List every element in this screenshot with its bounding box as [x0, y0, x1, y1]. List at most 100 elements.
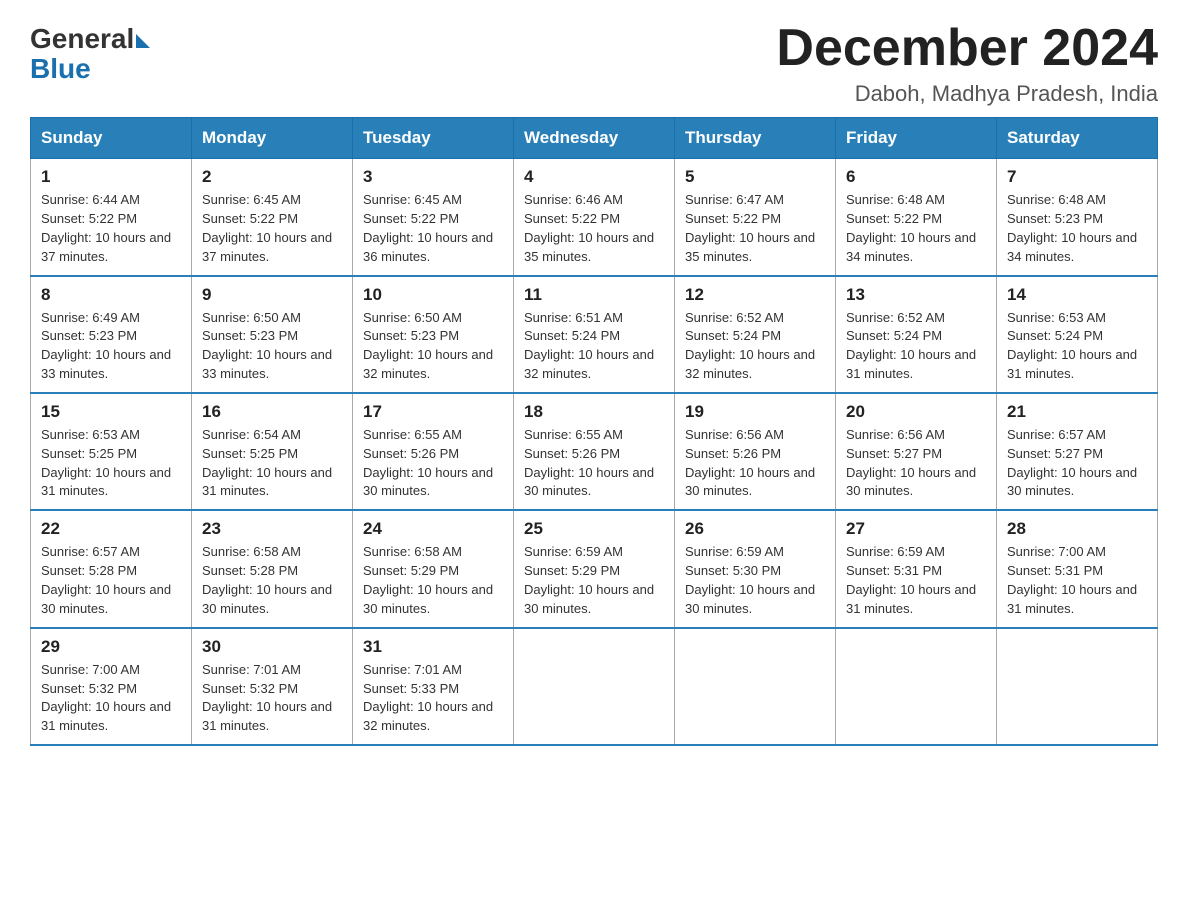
table-row: 28 Sunrise: 7:00 AMSunset: 5:31 PMDaylig… [997, 510, 1158, 627]
logo-blue: Blue [30, 53, 150, 85]
day-number: 13 [846, 285, 986, 305]
table-row: 18 Sunrise: 6:55 AMSunset: 5:26 PMDaylig… [514, 393, 675, 510]
day-number: 29 [41, 637, 181, 657]
table-row: 25 Sunrise: 6:59 AMSunset: 5:29 PMDaylig… [514, 510, 675, 627]
table-row: 5 Sunrise: 6:47 AMSunset: 5:22 PMDayligh… [675, 159, 836, 276]
table-row: 13 Sunrise: 6:52 AMSunset: 5:24 PMDaylig… [836, 276, 997, 393]
day-number: 15 [41, 402, 181, 422]
table-row: 21 Sunrise: 6:57 AMSunset: 5:27 PMDaylig… [997, 393, 1158, 510]
location-title: Daboh, Madhya Pradesh, India [776, 81, 1158, 107]
table-row: 26 Sunrise: 6:59 AMSunset: 5:30 PMDaylig… [675, 510, 836, 627]
logo: General Blue [30, 25, 150, 85]
day-info: Sunrise: 7:00 AMSunset: 5:31 PMDaylight:… [1007, 544, 1137, 616]
day-info: Sunrise: 6:47 AMSunset: 5:22 PMDaylight:… [685, 192, 815, 264]
table-row: 4 Sunrise: 6:46 AMSunset: 5:22 PMDayligh… [514, 159, 675, 276]
day-number: 5 [685, 167, 825, 187]
table-row: 11 Sunrise: 6:51 AMSunset: 5:24 PMDaylig… [514, 276, 675, 393]
table-row: 20 Sunrise: 6:56 AMSunset: 5:27 PMDaylig… [836, 393, 997, 510]
day-info: Sunrise: 6:59 AMSunset: 5:29 PMDaylight:… [524, 544, 654, 616]
day-info: Sunrise: 6:57 AMSunset: 5:27 PMDaylight:… [1007, 427, 1137, 499]
day-number: 10 [363, 285, 503, 305]
table-row: 6 Sunrise: 6:48 AMSunset: 5:22 PMDayligh… [836, 159, 997, 276]
day-number: 28 [1007, 519, 1147, 539]
title-area: December 2024 Daboh, Madhya Pradesh, Ind… [776, 20, 1158, 107]
calendar-table: Sunday Monday Tuesday Wednesday Thursday… [30, 117, 1158, 746]
day-number: 3 [363, 167, 503, 187]
day-info: Sunrise: 7:01 AMSunset: 5:33 PMDaylight:… [363, 662, 493, 734]
col-saturday: Saturday [997, 118, 1158, 159]
col-wednesday: Wednesday [514, 118, 675, 159]
day-info: Sunrise: 6:45 AMSunset: 5:22 PMDaylight:… [202, 192, 332, 264]
table-row: 7 Sunrise: 6:48 AMSunset: 5:23 PMDayligh… [997, 159, 1158, 276]
day-number: 7 [1007, 167, 1147, 187]
table-row: 8 Sunrise: 6:49 AMSunset: 5:23 PMDayligh… [31, 276, 192, 393]
day-number: 22 [41, 519, 181, 539]
col-monday: Monday [192, 118, 353, 159]
day-info: Sunrise: 7:00 AMSunset: 5:32 PMDaylight:… [41, 662, 171, 734]
table-row: 9 Sunrise: 6:50 AMSunset: 5:23 PMDayligh… [192, 276, 353, 393]
day-info: Sunrise: 6:57 AMSunset: 5:28 PMDaylight:… [41, 544, 171, 616]
day-info: Sunrise: 6:45 AMSunset: 5:22 PMDaylight:… [363, 192, 493, 264]
day-info: Sunrise: 6:48 AMSunset: 5:22 PMDaylight:… [846, 192, 976, 264]
day-info: Sunrise: 7:01 AMSunset: 5:32 PMDaylight:… [202, 662, 332, 734]
day-info: Sunrise: 6:48 AMSunset: 5:23 PMDaylight:… [1007, 192, 1137, 264]
day-info: Sunrise: 6:54 AMSunset: 5:25 PMDaylight:… [202, 427, 332, 499]
table-row: 29 Sunrise: 7:00 AMSunset: 5:32 PMDaylig… [31, 628, 192, 745]
col-thursday: Thursday [675, 118, 836, 159]
day-info: Sunrise: 6:58 AMSunset: 5:29 PMDaylight:… [363, 544, 493, 616]
table-row [997, 628, 1158, 745]
day-number: 25 [524, 519, 664, 539]
day-number: 9 [202, 285, 342, 305]
page-header: General Blue December 2024 Daboh, Madhya… [30, 20, 1158, 107]
day-number: 20 [846, 402, 986, 422]
table-row: 14 Sunrise: 6:53 AMSunset: 5:24 PMDaylig… [997, 276, 1158, 393]
month-title: December 2024 [776, 20, 1158, 77]
table-row: 22 Sunrise: 6:57 AMSunset: 5:28 PMDaylig… [31, 510, 192, 627]
day-number: 16 [202, 402, 342, 422]
day-info: Sunrise: 6:53 AMSunset: 5:24 PMDaylight:… [1007, 310, 1137, 382]
day-number: 1 [41, 167, 181, 187]
table-row: 23 Sunrise: 6:58 AMSunset: 5:28 PMDaylig… [192, 510, 353, 627]
table-row: 2 Sunrise: 6:45 AMSunset: 5:22 PMDayligh… [192, 159, 353, 276]
day-number: 8 [41, 285, 181, 305]
table-row [836, 628, 997, 745]
day-number: 14 [1007, 285, 1147, 305]
col-tuesday: Tuesday [353, 118, 514, 159]
table-row: 12 Sunrise: 6:52 AMSunset: 5:24 PMDaylig… [675, 276, 836, 393]
table-row [675, 628, 836, 745]
col-friday: Friday [836, 118, 997, 159]
day-info: Sunrise: 6:53 AMSunset: 5:25 PMDaylight:… [41, 427, 171, 499]
logo-arrow-icon [136, 34, 150, 48]
day-number: 30 [202, 637, 342, 657]
header-row: Sunday Monday Tuesday Wednesday Thursday… [31, 118, 1158, 159]
table-row: 17 Sunrise: 6:55 AMSunset: 5:26 PMDaylig… [353, 393, 514, 510]
day-number: 19 [685, 402, 825, 422]
day-info: Sunrise: 6:50 AMSunset: 5:23 PMDaylight:… [202, 310, 332, 382]
col-sunday: Sunday [31, 118, 192, 159]
day-number: 17 [363, 402, 503, 422]
calendar-week-row: 22 Sunrise: 6:57 AMSunset: 5:28 PMDaylig… [31, 510, 1158, 627]
table-row: 10 Sunrise: 6:50 AMSunset: 5:23 PMDaylig… [353, 276, 514, 393]
day-number: 23 [202, 519, 342, 539]
day-number: 12 [685, 285, 825, 305]
table-row [514, 628, 675, 745]
day-info: Sunrise: 6:51 AMSunset: 5:24 PMDaylight:… [524, 310, 654, 382]
day-number: 18 [524, 402, 664, 422]
table-row: 15 Sunrise: 6:53 AMSunset: 5:25 PMDaylig… [31, 393, 192, 510]
table-row: 3 Sunrise: 6:45 AMSunset: 5:22 PMDayligh… [353, 159, 514, 276]
table-row: 30 Sunrise: 7:01 AMSunset: 5:32 PMDaylig… [192, 628, 353, 745]
day-number: 2 [202, 167, 342, 187]
day-number: 4 [524, 167, 664, 187]
table-row: 16 Sunrise: 6:54 AMSunset: 5:25 PMDaylig… [192, 393, 353, 510]
logo-general: General [30, 25, 134, 53]
day-info: Sunrise: 6:44 AMSunset: 5:22 PMDaylight:… [41, 192, 171, 264]
day-number: 26 [685, 519, 825, 539]
table-row: 19 Sunrise: 6:56 AMSunset: 5:26 PMDaylig… [675, 393, 836, 510]
day-info: Sunrise: 6:46 AMSunset: 5:22 PMDaylight:… [524, 192, 654, 264]
day-info: Sunrise: 6:56 AMSunset: 5:26 PMDaylight:… [685, 427, 815, 499]
calendar-week-row: 29 Sunrise: 7:00 AMSunset: 5:32 PMDaylig… [31, 628, 1158, 745]
day-info: Sunrise: 6:56 AMSunset: 5:27 PMDaylight:… [846, 427, 976, 499]
day-number: 24 [363, 519, 503, 539]
day-number: 31 [363, 637, 503, 657]
table-row: 31 Sunrise: 7:01 AMSunset: 5:33 PMDaylig… [353, 628, 514, 745]
